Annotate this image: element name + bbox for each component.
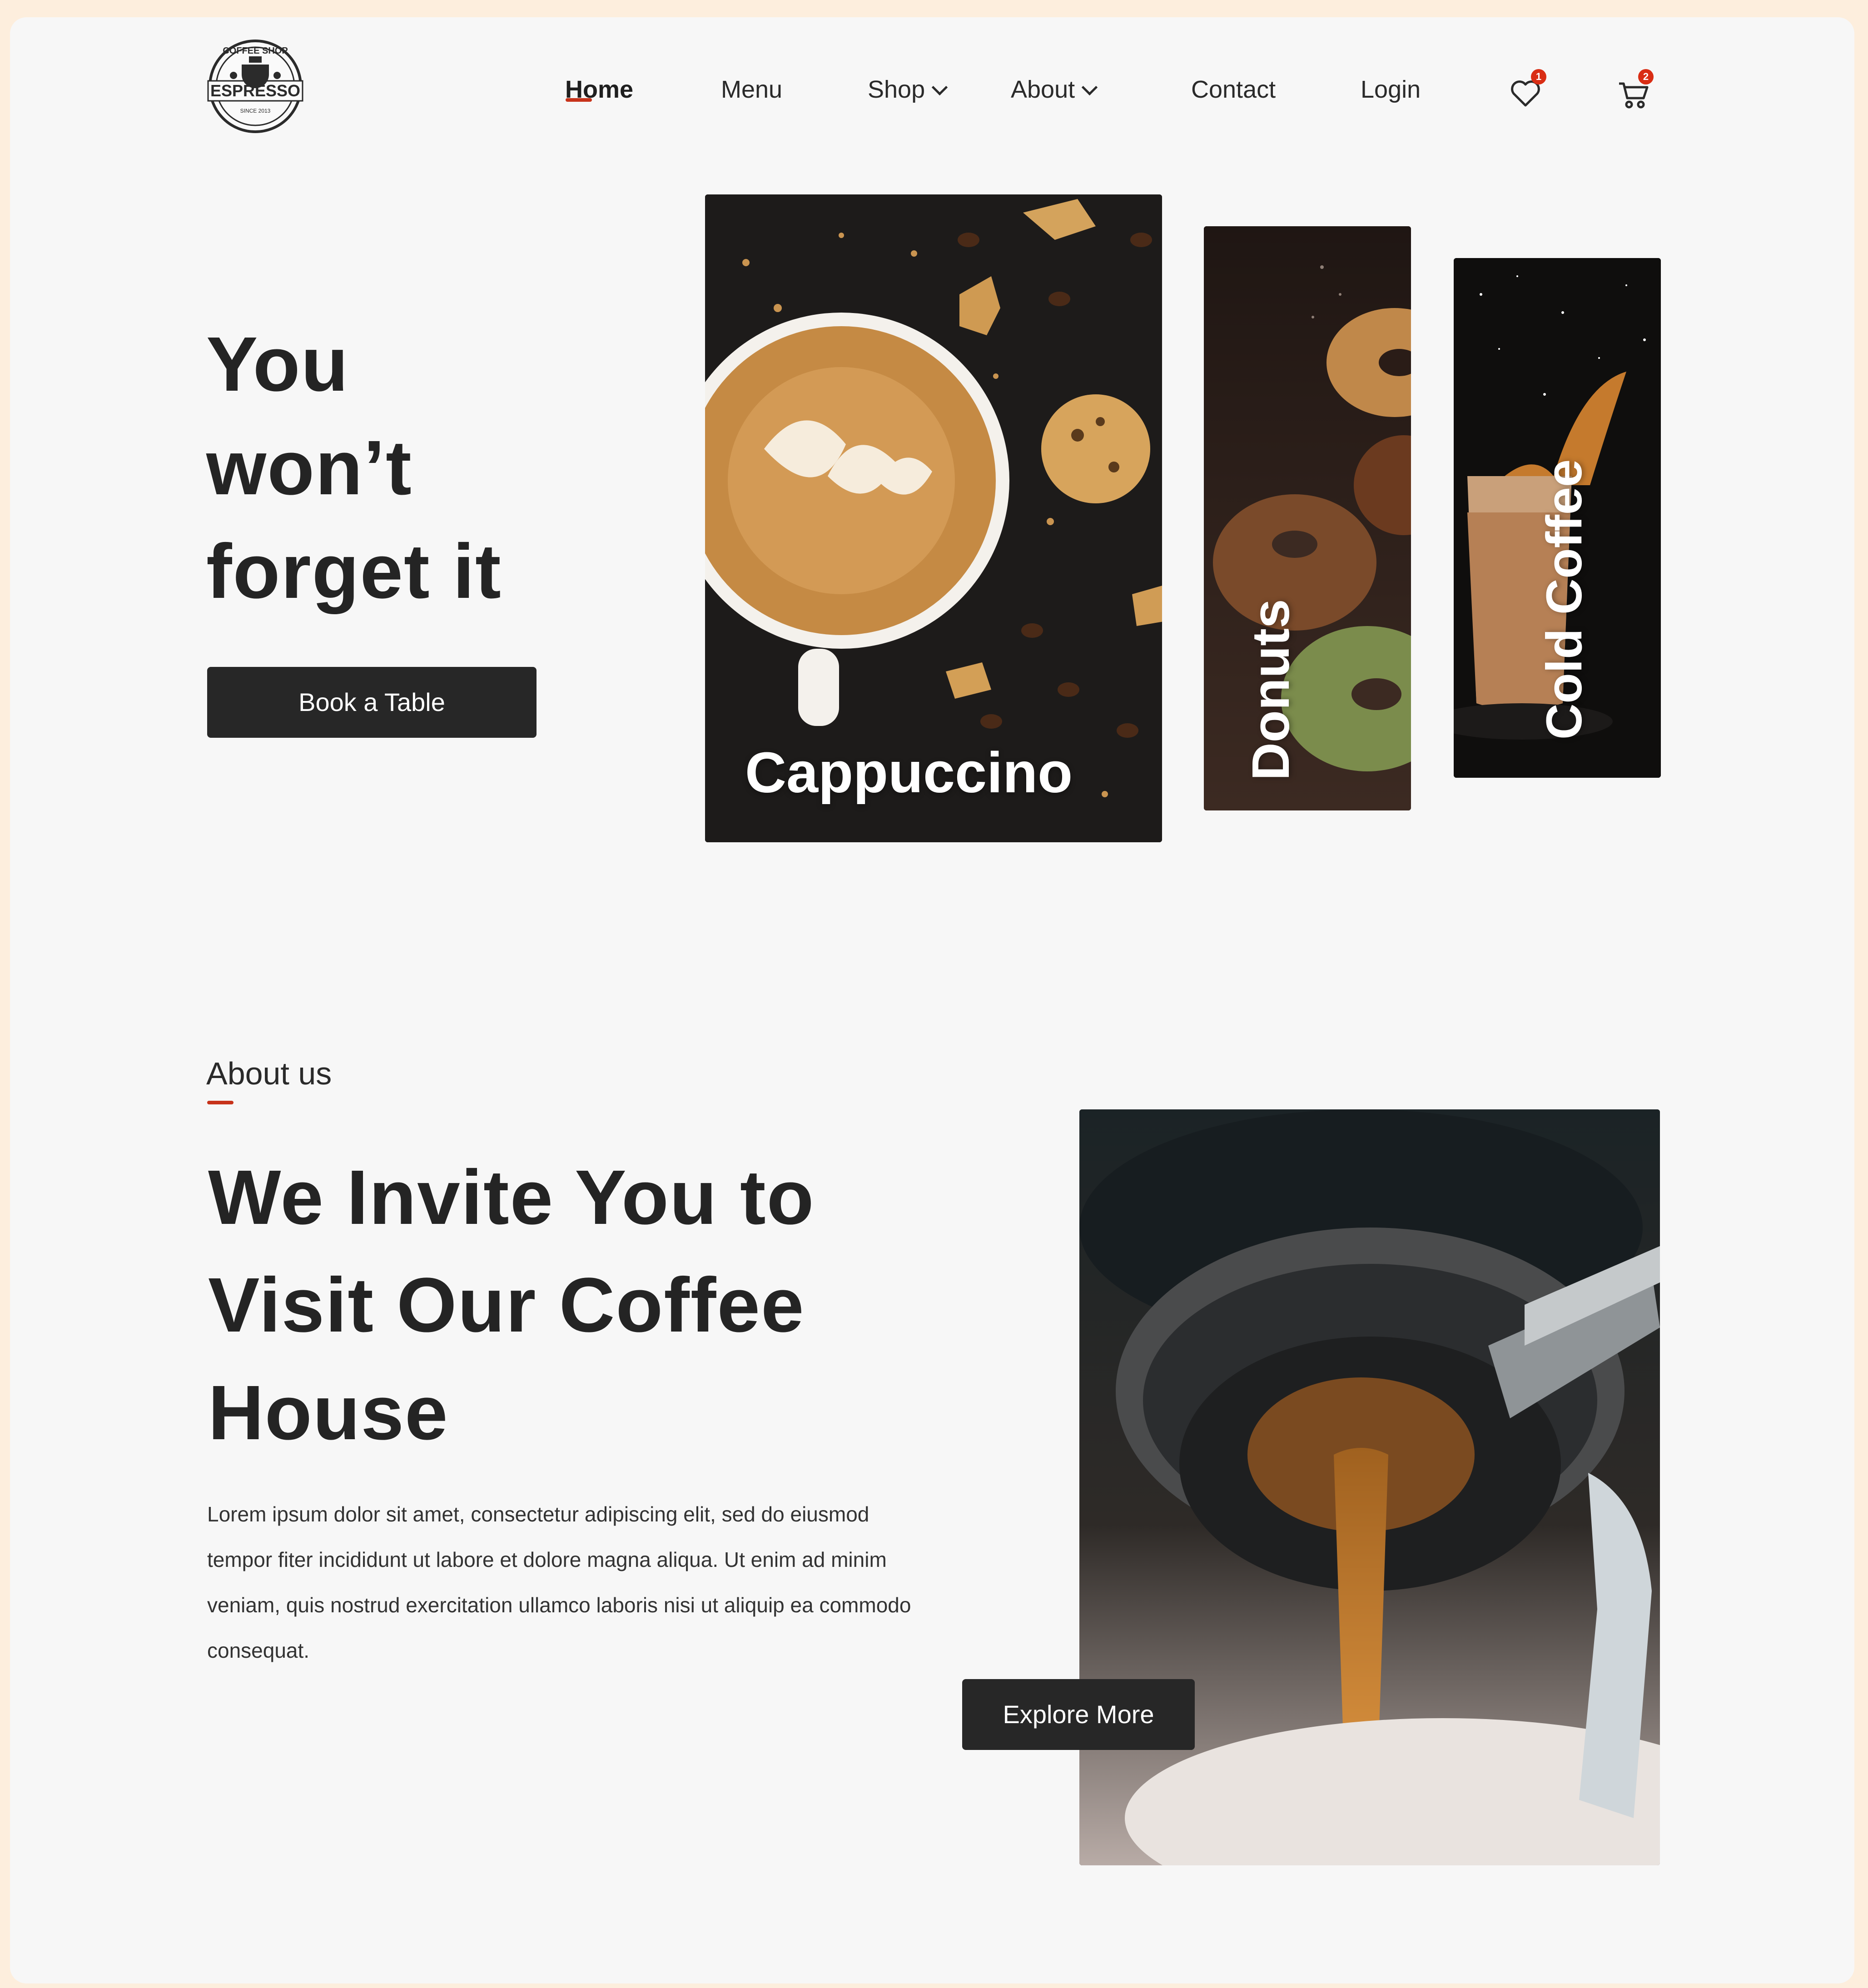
wishlist-count-badge: 1 [1531,69,1546,84]
hero-title-line: You [206,321,349,408]
cart-button[interactable]: 2 [1615,69,1654,112]
nav-menu[interactable]: Menu [721,75,782,104]
nav-about[interactable]: About [1011,75,1098,104]
logo-top-text: COFFEE SHOP [223,46,288,56]
hero-title: You won’t forget it [206,313,615,623]
nav-login[interactable]: Login [1361,75,1421,104]
book-table-button[interactable]: Book a Table [207,667,537,738]
hero-title-line: won’t [206,425,412,511]
chevron-down-icon [931,79,948,96]
logo-emblem-icon: COFFEE SHOP ESPRESSO SINCE 2013 [207,40,303,133]
logo-year: SINCE 2013 [240,108,271,114]
about-title: We Invite You to Visit Our Coffee House [208,1144,980,1467]
card-label-donuts: Donuts [1241,599,1300,781]
product-card-cappuccino[interactable]: Cappuccino [705,194,1162,842]
card-label-cold-coffee: Cold Coffee [1536,459,1592,740]
page: COFFEE SHOP ESPRESSO SINCE 2013 Home Men… [10,17,1854,1983]
product-card-donuts[interactable]: Donuts [1204,226,1411,810]
nav-active-indicator [566,98,592,102]
chevron-down-icon [1081,79,1098,96]
hero-title-line: forget it [206,528,502,615]
nav-shop[interactable]: Shop [868,75,948,104]
logo-name: ESPRESSO [210,81,300,100]
donuts-image [1204,226,1411,810]
about-description: Lorem ipsum dolor sit amet, consectetur … [207,1502,911,1662]
espresso-photo [1079,1109,1660,1865]
card-label-cappuccino: Cappuccino [745,741,1073,805]
explore-more-button[interactable]: Explore More [962,1679,1195,1750]
product-card-cold-coffee[interactable]: Cold Coffee [1454,258,1661,778]
about-eyebrow: About us [206,1056,332,1091]
espresso-machine-image [1079,1109,1660,1865]
nav-shop-label: Shop [868,76,925,103]
about-title-line: Visit Our Coffee [208,1262,805,1348]
wishlist-button[interactable]: 1 [1507,69,1546,112]
nav-about-label: About [1011,76,1075,103]
about-title-line: House [208,1370,449,1456]
cart-count-badge: 2 [1638,69,1654,84]
about-title-line: We Invite You to [208,1154,815,1241]
nav-contact[interactable]: Contact [1191,75,1276,104]
brand-logo[interactable]: COFFEE SHOP ESPRESSO SINCE 2013 [205,36,305,136]
about-eyebrow-underline [207,1101,234,1104]
